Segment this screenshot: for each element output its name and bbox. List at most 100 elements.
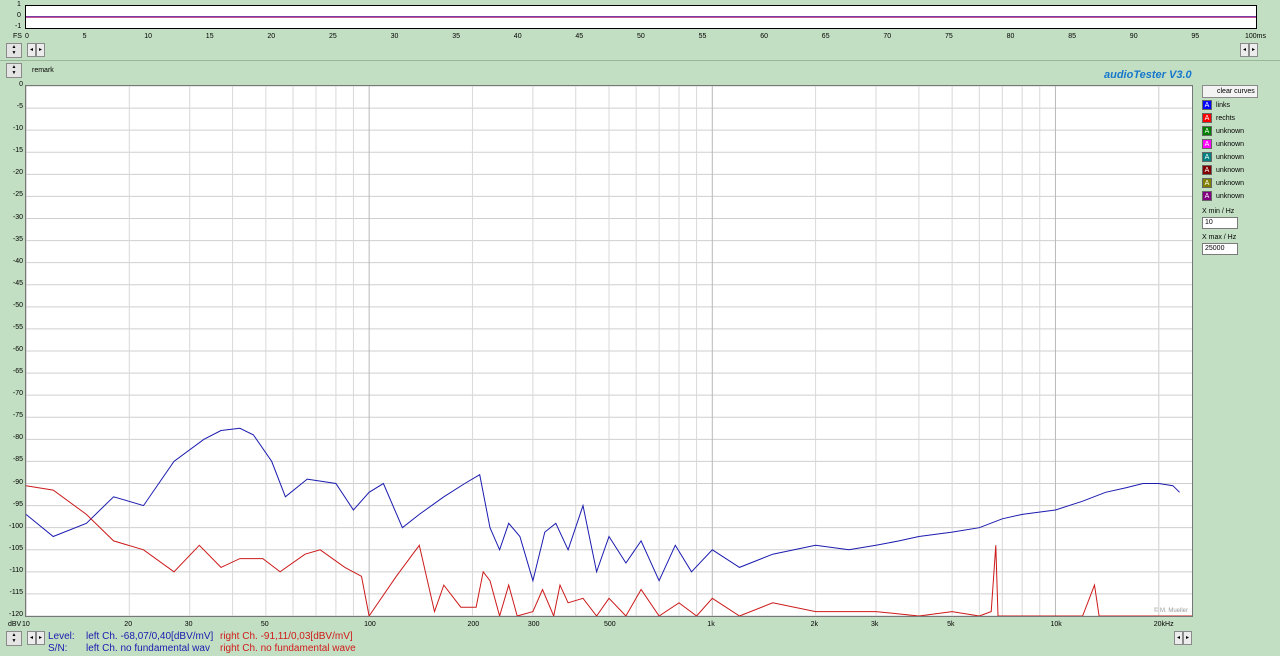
y-tick-label: -120 — [8, 611, 23, 618]
channel-color-swatch[interactable]: A — [1202, 152, 1212, 163]
x-tick-label: 5k — [947, 621, 955, 628]
channel-item[interactable]: Aunknown — [1202, 191, 1244, 203]
osc-x-tick: 0 — [25, 33, 29, 40]
osc-x-tick: 25 — [329, 33, 337, 40]
osc-scroll-left-button[interactable]: ◂ — [27, 43, 36, 57]
y-tick-label: -75 — [12, 412, 23, 420]
channel-label: unknown — [1216, 141, 1245, 148]
x-tick-label: 20 — [124, 621, 133, 628]
channel-label: unknown — [1216, 154, 1245, 161]
osc-zoom-right-button[interactable]: ▸ — [1249, 43, 1258, 57]
channel-color-swatch[interactable]: A — [1202, 100, 1212, 111]
level-spinner[interactable]: ▲ ▼ — [6, 631, 22, 646]
xmax-input[interactable]: 25000 — [1202, 243, 1238, 255]
osc-x-tick: 10 — [144, 33, 152, 40]
remark-label: remark — [32, 67, 54, 74]
osc-scroll-right-button[interactable]: ▸ — [36, 43, 45, 57]
y-tick-label: -20 — [12, 169, 23, 177]
oscilloscope-plot — [25, 5, 1257, 29]
y-tick-label: -65 — [12, 368, 23, 376]
y-tick-label: -115 — [9, 588, 24, 596]
copyright-label: © M. Mueller — [1153, 608, 1188, 614]
y-tick-label: -55 — [12, 323, 23, 331]
y-tick-label: -40 — [12, 257, 23, 265]
osc-x-tick: 100ms — [1245, 33, 1267, 40]
level-left-button[interactable]: ◂ — [27, 631, 36, 645]
channel-color-swatch[interactable]: A — [1202, 139, 1212, 150]
osc-x-tick: 60 — [760, 33, 768, 40]
osc-y-label-mid: 0 — [17, 12, 21, 19]
fs-label: FS — [13, 33, 22, 40]
divider — [0, 60, 1280, 61]
osc-zoom-left-button[interactable]: ◂ — [1240, 43, 1249, 57]
y-tick-label: -35 — [12, 235, 23, 243]
channel-item[interactable]: Aunknown — [1202, 139, 1244, 151]
unit-label: dBV — [8, 621, 22, 628]
channel-item[interactable]: Alinks — [1202, 100, 1230, 112]
channel-color-swatch[interactable]: A — [1202, 126, 1212, 137]
osc-x-tick: 90 — [1129, 33, 1138, 40]
channel-label: links — [1216, 102, 1231, 109]
osc-x-tick: 55 — [698, 33, 707, 40]
app-title: audioTester V3.0 — [1104, 69, 1192, 81]
y-tick-label: -45 — [12, 279, 23, 287]
osc-x-tick: 50 — [637, 33, 645, 40]
channel-color-swatch[interactable]: A — [1202, 178, 1212, 189]
x-tick-label: 100 — [364, 621, 376, 628]
osc-x-tick: 75 — [945, 33, 953, 40]
x-tick-label: 2k — [810, 621, 818, 628]
y-tick-label: -95 — [12, 500, 23, 508]
y-tick-label: -50 — [12, 301, 23, 309]
remark-spinner[interactable]: ▲ ▼ — [6, 63, 22, 78]
osc-x-tick: 95 — [1191, 33, 1200, 40]
level-right-button[interactable]: ▸ — [36, 631, 45, 645]
x-tick-label: 10 — [22, 621, 30, 628]
channel-item[interactable]: Aunknown — [1202, 178, 1244, 190]
x-tick-label: 50 — [260, 621, 269, 628]
oscilloscope-trace — [26, 16, 1256, 18]
channel-label: unknown — [1216, 128, 1245, 135]
channel-label: unknown — [1216, 167, 1245, 174]
osc-x-tick: 70 — [883, 33, 892, 40]
x-tick-label: 3k — [871, 621, 879, 628]
channel-color-swatch[interactable]: A — [1202, 191, 1212, 202]
osc-x-tick: 5 — [82, 33, 87, 40]
spectrum-chart — [25, 85, 1192, 618]
x-tick-label: 200 — [467, 621, 480, 628]
channel-color-swatch[interactable]: A — [1202, 113, 1212, 124]
osc-y-label-bot: -1 — [15, 23, 22, 30]
y-tick-label: -10 — [12, 125, 23, 133]
sn-left-value: left Ch. no fundamental wav — [86, 643, 210, 654]
freq-left-button[interactable]: ◂ — [1174, 631, 1183, 645]
osc-scale-spinner[interactable]: ▲ ▼ — [6, 43, 22, 58]
level-label: Level: — [48, 631, 75, 642]
y-tick-label: -30 — [12, 213, 23, 221]
sn-right-value: right Ch. no fundamental wave — [220, 643, 356, 654]
spectrum-plot: © M. Mueller — [25, 85, 1193, 618]
osc-x-tick: 80 — [1006, 33, 1015, 40]
clear-curves-label: clear curves — [1217, 88, 1255, 95]
channel-item[interactable]: Aunknown — [1202, 152, 1244, 164]
level-left-value: left Ch. -68,07/0,40[dBV/mV] — [86, 631, 214, 642]
channel-label: unknown — [1216, 193, 1245, 200]
x-tick-label: 10k — [1050, 621, 1062, 628]
channel-item[interactable]: Aunknown — [1202, 126, 1244, 138]
xmin-input[interactable]: 10 — [1202, 217, 1238, 229]
x-tick-label: 30 — [184, 621, 193, 628]
y-tick-label: -15 — [12, 147, 23, 155]
x-tick-label: 1k — [707, 621, 715, 628]
channel-label: unknown — [1216, 180, 1245, 187]
osc-x-tick: 85 — [1068, 33, 1076, 40]
sn-label: S/N: — [48, 643, 68, 654]
x-tick-label: 20kHz — [1153, 621, 1174, 628]
osc-x-tick: 65 — [821, 33, 830, 40]
clear-curves-button[interactable]: clear curves — [1202, 85, 1258, 98]
channel-item[interactable]: Aunknown — [1202, 165, 1244, 177]
channel-color-swatch[interactable]: A — [1202, 165, 1212, 176]
freq-right-button[interactable]: ▸ — [1183, 631, 1192, 645]
y-tick-label: -60 — [12, 346, 23, 353]
y-tick-label: -80 — [12, 434, 23, 442]
osc-x-tick: 15 — [205, 33, 214, 40]
y-tick-label: -105 — [8, 544, 23, 552]
channel-item[interactable]: Arechts — [1202, 113, 1235, 125]
